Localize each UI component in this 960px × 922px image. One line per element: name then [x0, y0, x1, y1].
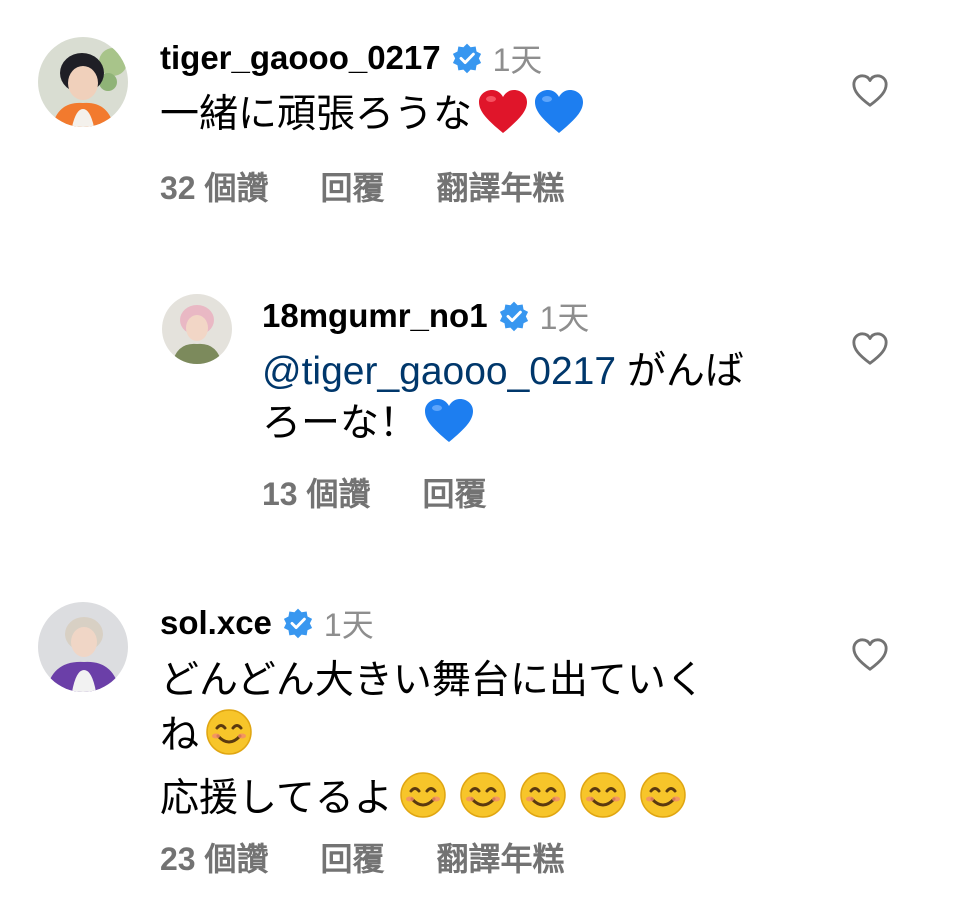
comment-text-line: ろーな！ [262, 402, 419, 445]
comment-text-line: どんどん大きい舞台に出ていく [160, 659, 705, 702]
like-heart-icon[interactable] [851, 72, 889, 110]
translate-button[interactable]: 翻譯年糕 [437, 163, 565, 209]
comment-text: 一緒に頑張ろうな [160, 89, 584, 141]
timestamp: 1天 [539, 300, 590, 336]
avatar[interactable] [162, 294, 232, 364]
timestamp: 1天 [323, 607, 374, 643]
reply-button[interactable]: 回覆 [321, 163, 385, 209]
comment-text-line: 一緒に頑張ろうな [160, 93, 473, 136]
translate-button[interactable]: 翻譯年糕 [437, 834, 565, 880]
like-heart-icon[interactable] [851, 636, 889, 674]
reply-button[interactable]: 回覆 [321, 834, 385, 880]
username[interactable]: sol.xce [160, 604, 272, 642]
timestamp: 1天 [492, 42, 543, 78]
mention-link[interactable]: @tiger_gaooo_0217 [262, 350, 616, 393]
like-heart-icon[interactable] [851, 330, 889, 368]
comment-text-line: ね [160, 714, 200, 757]
reply-button[interactable]: 回覆 [423, 469, 487, 515]
verified-badge-icon [498, 300, 530, 332]
likes-count[interactable]: 23 個讚 [160, 834, 269, 880]
verified-badge-icon [451, 42, 483, 74]
likes-count[interactable]: 13 個讚 [262, 469, 371, 515]
avatar-photo [38, 37, 128, 127]
avatar[interactable] [38, 602, 128, 692]
smiling-face-icon [519, 771, 567, 819]
likes-count[interactable]: 32 個讚 [160, 163, 269, 209]
smiling-face-icon [459, 771, 507, 819]
avatar-photo [162, 294, 232, 364]
verified-badge-icon [282, 607, 314, 639]
smiling-face-icon [579, 771, 627, 819]
avatar-photo [38, 602, 128, 692]
smiling-face-icon [639, 771, 687, 819]
comment-text: どんどん大きい舞台に出ていく ね 応援してるよ [160, 654, 705, 826]
smiling-face-icon [399, 771, 447, 819]
blue-heart-icon [424, 398, 474, 444]
comment-text-line: 応援してるよ [160, 777, 393, 820]
username[interactable]: 18mgumr_no1 [262, 297, 488, 335]
comment-text-line: がんば [616, 350, 744, 393]
avatar[interactable] [38, 37, 128, 127]
red-heart-icon [478, 89, 528, 135]
username[interactable]: tiger_gaooo_0217 [160, 39, 441, 77]
smiling-face-icon [205, 708, 253, 756]
blue-heart-icon [534, 89, 584, 135]
comment-text: @tiger_gaooo_0217 がんば ろーな！ [262, 346, 744, 450]
